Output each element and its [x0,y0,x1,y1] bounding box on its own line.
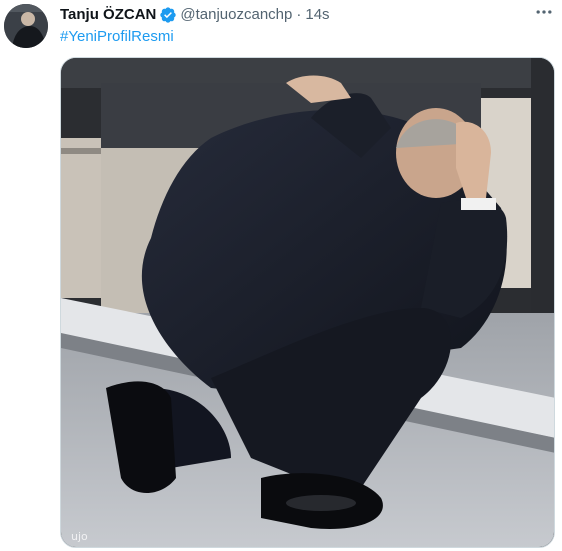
author-name[interactable]: Tanju ÖZCAN [60,5,156,25]
tweet-header: Tanju ÖZCAN @tanjuozcanchp · 14s [60,5,330,25]
photo-man-crouching [61,58,554,547]
photo-watermark: ujo [71,530,88,543]
verified-badge-icon [159,6,177,24]
separator-dot: · [296,6,302,23]
timestamp[interactable]: 14s [305,5,329,25]
tweet: Tanju ÖZCAN @tanjuozcanchp · 14s #YeniPr… [0,0,562,551]
avatar-image [4,4,48,48]
more-horizontal-icon[interactable] [534,2,554,22]
tweet-photo[interactable]: ujo [60,57,555,548]
author-handle[interactable]: @tanjuozcanchp [180,5,292,25]
hashtag-link[interactable]: #YeniProfilResmi [60,27,174,47]
avatar[interactable] [4,4,48,48]
